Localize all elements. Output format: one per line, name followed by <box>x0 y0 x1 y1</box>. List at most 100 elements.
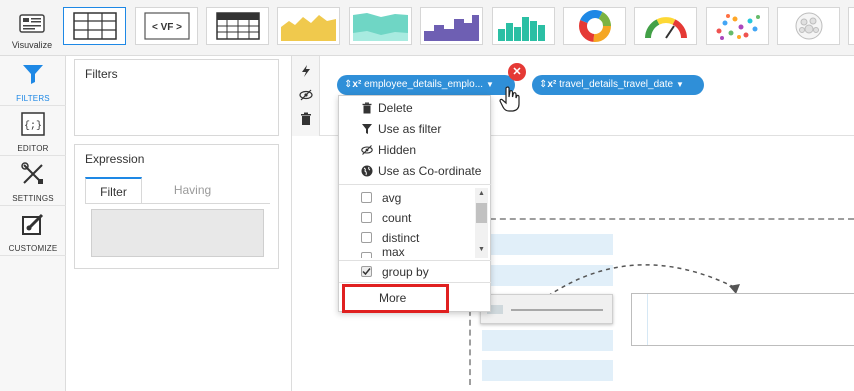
menu-divider <box>339 184 491 185</box>
field-pill-employee[interactable]: ⇕x² employee_details_emplo... ▼ <box>337 75 515 95</box>
dashed-guide-horizontal <box>470 218 854 220</box>
step-bar-chart-button[interactable] <box>420 7 483 45</box>
sidebar-item-label: SETTINGS <box>12 194 54 203</box>
trash-icon <box>362 102 372 114</box>
stacked-area-chart-button[interactable] <box>349 7 412 45</box>
chevron-down-icon[interactable]: ▼ <box>486 75 494 95</box>
scatter-chart-icon <box>716 14 760 40</box>
dragged-field-ghost[interactable] <box>480 294 613 324</box>
sidebar-item-editor[interactable]: {;} EDITOR <box>0 106 66 156</box>
visualize-label: Visuvalize <box>11 40 53 50</box>
trash-icon[interactable] <box>299 112 313 126</box>
aggregation-label: count <box>382 211 412 225</box>
chart-type-toolbar: Visuvalize < VF > <box>0 0 854 56</box>
lightning-icon[interactable] <box>299 64 313 78</box>
scroll-up-icon[interactable]: ▲ <box>477 190 486 198</box>
menu-item-use-as-filter[interactable]: Use as filter <box>339 119 491 139</box>
remove-field-button[interactable]: ✕ <box>508 63 526 81</box>
sidebar-item-customize[interactable]: CUSTOMIZE <box>0 206 66 256</box>
pivot-table-icon <box>216 12 260 40</box>
table-chart-button[interactable] <box>63 7 126 45</box>
checkbox[interactable] <box>361 192 372 203</box>
filters-box[interactable]: Filters <box>74 59 279 136</box>
eye-slash-icon <box>361 145 373 155</box>
aggregation-label: max <box>382 248 405 258</box>
sidebar-item-label: CUSTOMIZE <box>8 244 58 253</box>
donut-chart-icon <box>579 10 611 42</box>
ghost-line <box>511 309 603 311</box>
checkbox[interactable] <box>361 232 372 243</box>
field-pill-label: employee_details_emplo... <box>364 79 484 90</box>
menu-item-hidden[interactable]: Hidden <box>339 140 491 160</box>
table-chart-icon <box>73 12 117 40</box>
vf-label: < VF > <box>152 22 182 33</box>
sidebar-item-filters[interactable]: FILTERS <box>0 56 66 106</box>
sidebar-item-label: EDITOR <box>17 144 49 153</box>
drop-target-box[interactable] <box>631 293 854 346</box>
visualize-button[interactable]: Visuvalize <box>4 4 60 52</box>
menu-item-delete[interactable]: Delete <box>339 98 491 118</box>
filter-icon <box>23 65 43 84</box>
menu-item-label: Use as Co-ordinate <box>378 164 482 178</box>
globe-icon <box>361 165 373 177</box>
pivot-table-button[interactable] <box>206 7 269 45</box>
expression-textarea[interactable] <box>91 209 264 257</box>
vf-icon: < VF > <box>144 12 190 40</box>
more-charts-edge[interactable] <box>848 7 854 45</box>
menu-item-use-as-coordinate[interactable]: Use as Co-ordinate <box>339 161 491 181</box>
aggregation-option-avg[interactable]: avg <box>339 188 474 208</box>
bubble-cluster-chart-button[interactable] <box>777 7 840 45</box>
checkbox[interactable] <box>361 212 372 223</box>
group-by-option[interactable]: group by <box>339 262 474 282</box>
expression-box: Expression Filter Having <box>74 144 279 269</box>
paint-brush-icon <box>22 213 44 235</box>
stacked-area-chart-icon <box>353 13 408 41</box>
aggregation-option-distinct[interactable]: distinct <box>339 228 474 248</box>
data-row-placeholder <box>482 330 613 351</box>
aggregation-label: distinct <box>382 231 420 245</box>
donut-chart-button[interactable] <box>563 7 626 45</box>
field-pill-travel[interactable]: ⇕x² travel_details_travel_date ▼ <box>532 75 704 95</box>
field-context-menu: Delete Use as filter Hidden Use as Co-or… <box>338 95 491 313</box>
sidebar-item-label: FILTERS <box>16 94 50 103</box>
data-row-placeholder <box>482 360 613 381</box>
field-type-badge: x² <box>547 79 557 90</box>
left-sidebar: FILTERS {;} EDITOR SETTINGS CUSTOMIZE <box>0 56 66 391</box>
gauge-chart-icon <box>645 17 687 39</box>
more-button[interactable]: More <box>342 284 449 313</box>
histogram-chart-button[interactable] <box>492 7 555 45</box>
scatter-chart-button[interactable] <box>706 7 769 45</box>
bubble-cluster-icon <box>795 12 823 40</box>
step-bar-chart-icon <box>424 15 479 41</box>
gauge-chart-button[interactable] <box>634 7 697 45</box>
tab-having[interactable]: Having <box>145 177 240 203</box>
field-type-badge: x² <box>352 79 362 90</box>
checkbox[interactable] <box>361 266 372 277</box>
filters-title: Filters <box>85 67 118 81</box>
drag-direction-arrow <box>547 264 740 297</box>
chevron-down-icon[interactable]: ▼ <box>676 75 684 95</box>
aggregation-label: avg <box>382 191 402 205</box>
field-pill-label: travel_details_travel_date <box>559 79 674 90</box>
scrollbar-thumb[interactable] <box>476 203 487 223</box>
code-braces-icon: {;} <box>21 112 45 136</box>
aggregation-option-max[interactable]: max <box>339 248 474 258</box>
tab-filter[interactable]: Filter <box>85 177 142 203</box>
area-chart-button[interactable] <box>277 7 340 45</box>
drop-target-edge <box>647 294 648 345</box>
visualize-icon <box>19 14 45 33</box>
aggregation-option-count[interactable]: count <box>339 208 474 228</box>
eye-slash-icon[interactable] <box>299 88 313 102</box>
filter-icon <box>362 124 372 134</box>
svg-text:{;}: {;} <box>24 120 42 132</box>
tab-divider <box>85 203 270 204</box>
sidebar-item-settings[interactable]: SETTINGS <box>0 156 66 206</box>
menu-divider <box>339 260 491 261</box>
menu-divider <box>339 282 491 283</box>
checkbox[interactable] <box>361 252 372 258</box>
group-by-label: group by <box>382 265 429 279</box>
checkmark-icon <box>362 268 371 276</box>
scroll-down-icon[interactable]: ▼ <box>477 246 486 254</box>
dashed-guide-vertical <box>469 300 471 385</box>
vf-chart-button[interactable]: < VF > <box>135 7 198 45</box>
